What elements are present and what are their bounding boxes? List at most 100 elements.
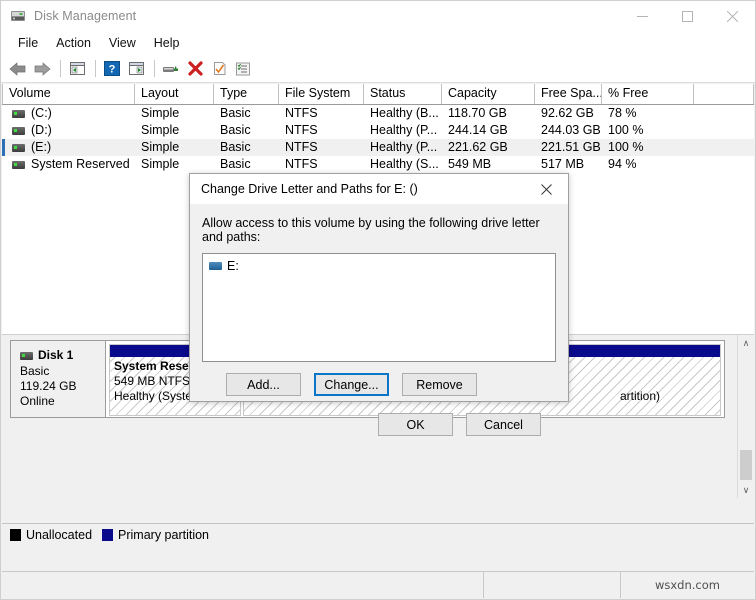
disk-type: Basic xyxy=(20,364,50,378)
toolbar-separator xyxy=(95,60,96,77)
toolbar-separator xyxy=(60,60,61,77)
drive-icon xyxy=(12,160,25,169)
partition-size-fs: 549 MB NTFS xyxy=(114,374,191,388)
table-row[interactable]: (D:) Simple Basic NTFS Healthy (P... 244… xyxy=(2,122,754,139)
column-header-file-system[interactable]: File System xyxy=(279,84,364,104)
legend-swatch-primary-partition xyxy=(102,528,114,541)
column-header-layout[interactable]: Layout xyxy=(135,84,214,104)
legend-swatch-unallocated xyxy=(10,528,21,541)
dialog-description: Allow access to this volume by using the… xyxy=(202,216,540,244)
cell-file-system: NTFS xyxy=(285,106,318,120)
close-button[interactable] xyxy=(710,1,755,31)
legend-label-unallocated: Unallocated xyxy=(26,527,93,542)
cell-volume-label: (D:) xyxy=(31,123,52,137)
dialog-titlebar: Change Drive Letter and Paths for E: () xyxy=(190,174,568,204)
row-selection-marker xyxy=(2,139,5,156)
properties-icon[interactable] xyxy=(160,58,182,80)
cell-volume: System Reserved xyxy=(2,156,135,173)
refresh-icon[interactable] xyxy=(208,58,230,80)
table-row[interactable]: (C:) Simple Basic NTFS Healthy (B... 118… xyxy=(2,105,754,122)
change-button[interactable]: Change... xyxy=(314,373,389,396)
up-one-level-icon[interactable] xyxy=(66,58,88,80)
ok-button[interactable]: OK xyxy=(378,413,453,436)
cell-layout: Simple xyxy=(141,157,180,171)
cell-free-space: 517 MB xyxy=(541,157,585,171)
disk-drive-icon xyxy=(10,8,26,24)
scroll-down-icon[interactable]: ∨ xyxy=(738,482,754,498)
column-header-status[interactable]: Status xyxy=(364,84,442,104)
cell-layout: Simple xyxy=(141,106,180,120)
delete-icon[interactable] xyxy=(184,58,206,80)
partition-status: artition) xyxy=(619,389,660,403)
cell-percent-free: 100 % xyxy=(608,140,644,154)
svg-text:?: ? xyxy=(109,64,116,76)
cell-file-system: NTFS xyxy=(285,123,318,137)
cell-status: Healthy (P... xyxy=(370,140,438,154)
partition-status: Healthy (Syste xyxy=(114,389,193,403)
column-header-extra[interactable] xyxy=(694,84,754,104)
graphic-view-scrollbar[interactable]: ∧ ∨ xyxy=(737,335,754,498)
remove-button[interactable]: Remove xyxy=(402,373,477,396)
dialog-body: Allow access to this volume by using the… xyxy=(190,204,568,436)
legend-label-primary-partition: Primary partition xyxy=(118,527,210,542)
scrollbar-thumb[interactable] xyxy=(740,450,752,480)
help-icon[interactable]: ? xyxy=(101,58,123,80)
scroll-up-icon[interactable]: ∧ xyxy=(738,335,754,351)
show-hide-console-tree-icon[interactable] xyxy=(125,58,147,80)
cell-file-system: NTFS xyxy=(285,140,318,154)
drive-paths-listbox[interactable]: E: xyxy=(202,253,556,362)
statusbar: wsxdn.com xyxy=(2,571,754,598)
cell-capacity: 549 MB xyxy=(448,157,492,171)
column-header-type[interactable]: Type xyxy=(214,84,279,104)
maximize-button[interactable] xyxy=(665,1,710,31)
cell-percent-free: 100 % xyxy=(608,123,644,137)
dialog-action-buttons: Add... Change... Remove xyxy=(202,373,556,396)
list-item-label: E: xyxy=(227,259,239,273)
statusbar-section-watermark: wsxdn.com xyxy=(621,572,754,598)
drive-icon xyxy=(12,109,25,118)
cell-status: Healthy (S... xyxy=(370,157,439,171)
column-header-free-space[interactable]: Free Spa... xyxy=(535,84,602,104)
cell-type: Basic xyxy=(220,157,251,171)
cell-volume: (E:) xyxy=(2,139,135,156)
cell-free-space: 92.62 GB xyxy=(541,106,594,120)
cell-status: Healthy (P... xyxy=(370,123,438,137)
menu-file[interactable]: File xyxy=(9,33,47,53)
menu-help[interactable]: Help xyxy=(145,33,189,53)
cell-layout: Simple xyxy=(141,140,180,154)
rescan-disks-icon[interactable] xyxy=(232,58,254,80)
window-titlebar: Disk Management xyxy=(1,1,755,31)
drive-icon xyxy=(12,126,25,135)
partition-text: artition) xyxy=(620,389,660,404)
volume-list-header: Volume Layout Type File System Status Ca… xyxy=(2,84,754,105)
column-header-volume[interactable]: Volume xyxy=(2,84,135,104)
cell-layout: Simple xyxy=(141,123,180,137)
cell-capacity: 221.62 GB xyxy=(448,140,508,154)
cell-percent-free: 94 % xyxy=(608,157,637,171)
watermark-text: wsxdn.com xyxy=(654,578,720,592)
drive-icon xyxy=(12,143,25,152)
column-header-percent-free[interactable]: % Free xyxy=(602,84,694,104)
window-title: Disk Management xyxy=(34,9,137,23)
table-row[interactable]: System Reserved Simple Basic NTFS Health… xyxy=(2,156,754,173)
list-item[interactable]: E: xyxy=(209,259,555,273)
minimize-button[interactable] xyxy=(620,1,665,31)
change-drive-letter-dialog: Change Drive Letter and Paths for E: () … xyxy=(189,173,569,436)
disk-icon xyxy=(20,351,33,360)
legend-item-unallocated: Unallocated xyxy=(10,528,92,542)
forward-icon[interactable] xyxy=(31,58,53,80)
dialog-title: Change Drive Letter and Paths for E: () xyxy=(201,182,418,196)
add-button[interactable]: Add... xyxy=(226,373,301,396)
menu-action[interactable]: Action xyxy=(47,33,100,53)
back-icon[interactable] xyxy=(7,58,29,80)
statusbar-section-secondary xyxy=(484,572,621,598)
table-row[interactable]: (E:) Simple Basic NTFS Healthy (P... 221… xyxy=(2,139,754,156)
menu-view[interactable]: View xyxy=(100,33,145,53)
partition-name: System Reser xyxy=(114,359,194,373)
disk-title: Disk 1 xyxy=(20,348,105,363)
cancel-button[interactable]: Cancel xyxy=(466,413,541,436)
disk-info-panel[interactable]: Disk 1 Basic 119.24 GB Online xyxy=(10,340,106,418)
column-header-capacity[interactable]: Capacity xyxy=(442,84,535,104)
cell-type: Basic xyxy=(220,123,251,137)
dialog-close-icon[interactable] xyxy=(524,174,568,204)
